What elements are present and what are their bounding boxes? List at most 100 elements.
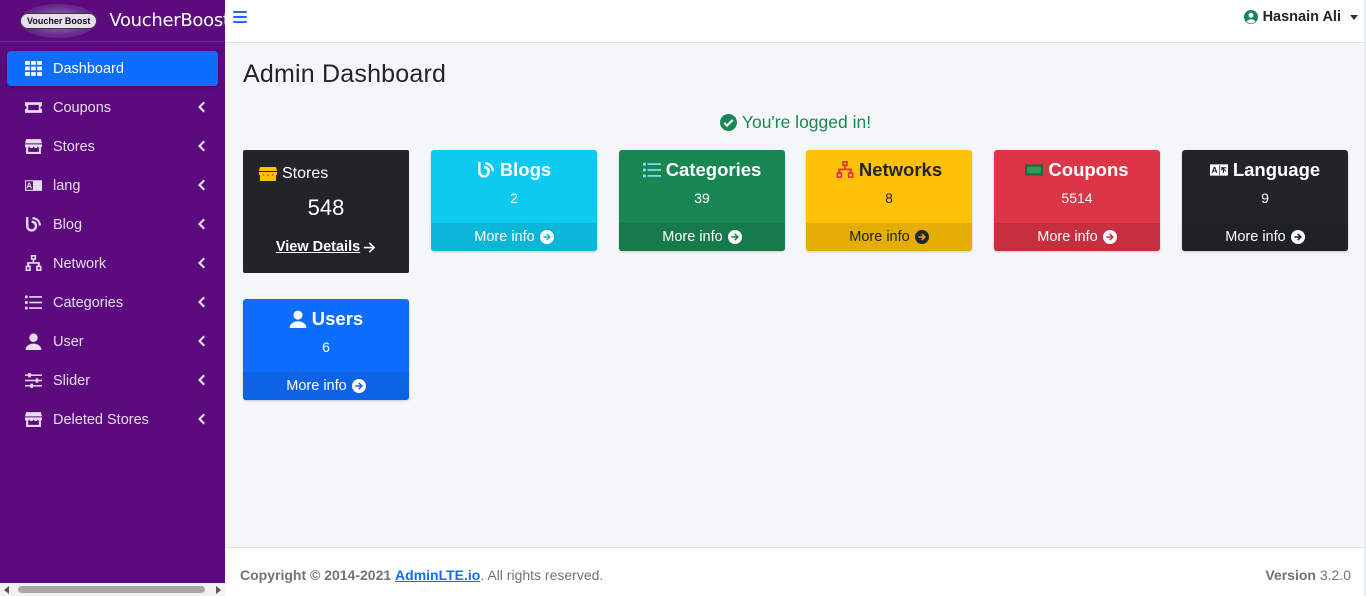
arrow-circle-right-icon xyxy=(1290,230,1305,244)
sidebar-item-dashboard[interactable]: Dashboard xyxy=(7,51,218,86)
sidebar-item-lang[interactable]: lang xyxy=(7,168,218,203)
sidebar-item-slider[interactable]: Slider xyxy=(7,363,218,398)
sidebar-item-coupons[interactable]: Coupons xyxy=(7,90,218,125)
brand-logo: Voucher Boost xyxy=(20,3,98,38)
ticket-icon xyxy=(23,99,43,117)
sidebar: Voucher Boost VoucherBoost Dashboard Cou… xyxy=(0,0,225,596)
users-card-count: 6 xyxy=(322,339,330,355)
more-info-label: More info xyxy=(1225,229,1286,245)
more-info-label: More info xyxy=(849,229,910,245)
card-title-text: Networks xyxy=(858,159,943,180)
scrollbar-thumb[interactable] xyxy=(18,586,205,593)
sidebar-item-label: Blog xyxy=(53,216,83,233)
sidebar-item-label: Dashboard xyxy=(53,60,124,77)
sidebar-item-network[interactable]: Network xyxy=(7,246,218,281)
footer: Copyright © 2014-2021 AdminLTE.io. All r… xyxy=(225,547,1366,596)
more-info-label: More info xyxy=(1037,229,1098,245)
blogs-card-title: Blogs xyxy=(431,150,597,181)
sidebar-item-label: User xyxy=(53,333,84,350)
language-icon xyxy=(1209,161,1228,179)
networks-card-count: 8 xyxy=(885,190,893,206)
stores-card: Stores 548 View Details xyxy=(243,150,409,273)
blogs-card: Blogs 2 More info xyxy=(431,150,597,251)
brand[interactable]: Voucher Boost VoucherBoost xyxy=(0,0,225,42)
coupons-card-count: 5514 xyxy=(1061,190,1093,206)
adminlte-link[interactable]: AdminLTE.io xyxy=(395,567,480,583)
network-icon xyxy=(836,161,854,179)
sidebar-item-stores[interactable]: Stores xyxy=(7,129,218,164)
sidebar-item-label: Categories xyxy=(53,294,124,311)
brand-name: VoucherBoost xyxy=(109,10,225,31)
user-icon xyxy=(23,333,43,351)
card-title-text: Users xyxy=(311,308,364,329)
stores-card-label: Stores xyxy=(282,165,329,182)
sidebar-item-blog[interactable]: Blog xyxy=(7,207,218,242)
card-title-text: Language xyxy=(1232,159,1321,180)
user-menu[interactable]: Hasnain Ali xyxy=(1243,9,1358,25)
language-card-title: Language xyxy=(1182,150,1348,181)
caret-down-icon xyxy=(1350,14,1358,20)
more-info-label: More info xyxy=(662,229,723,245)
sidebar-item-categories[interactable]: Categories xyxy=(7,285,218,320)
top-navbar: Hasnain Ali xyxy=(225,0,1366,43)
view-details-label: View Details xyxy=(275,239,361,255)
stores-count: 548 xyxy=(307,195,345,220)
chevron-left-icon xyxy=(197,257,205,269)
blog-icon xyxy=(23,216,43,234)
coupons-card-title: Coupons xyxy=(994,150,1160,181)
networks-more-info-link[interactable]: More info xyxy=(806,223,972,251)
more-info-label: More info xyxy=(474,229,535,245)
rights-text: . All rights reserved. xyxy=(480,567,604,583)
brand-logo-text: Voucher Boost xyxy=(20,12,98,29)
version-number: 3.2.0 xyxy=(1319,567,1351,583)
sidebar-item-label: Network xyxy=(53,255,107,272)
chevron-left-icon xyxy=(197,140,205,152)
logged-in-alert: You're logged in! xyxy=(225,112,1366,133)
chevron-left-icon xyxy=(197,101,205,113)
sidebar-item-deleted-stores[interactable]: Deleted Stores xyxy=(7,402,218,437)
networks-card: Networks 8 More info xyxy=(806,150,972,251)
blog-icon xyxy=(477,161,495,179)
users-card-title: Users xyxy=(243,299,409,330)
scroll-right-arrow-icon[interactable] xyxy=(216,586,221,594)
users-more-info-link[interactable]: More info xyxy=(243,372,409,400)
chevron-left-icon xyxy=(197,179,205,191)
page-title: Admin Dashboard xyxy=(243,60,447,88)
arrow-circle-right-icon xyxy=(914,230,929,244)
chevron-left-icon xyxy=(197,413,205,425)
store-icon xyxy=(23,138,43,156)
copyright-text: Copyright © 2014-2021 xyxy=(240,567,392,583)
sidebar-horizontal-scrollbar[interactable] xyxy=(0,583,225,596)
sidebar-item-label: Deleted Stores xyxy=(53,411,149,428)
chevron-left-icon xyxy=(197,218,205,230)
chevron-left-icon xyxy=(197,296,205,308)
coupons-more-info-link[interactable]: More info xyxy=(994,223,1160,251)
arrow-circle-right-icon xyxy=(539,230,554,244)
sidebar-item-label: Slider xyxy=(53,372,91,389)
blogs-more-info-link[interactable]: More info xyxy=(431,223,597,251)
menu-toggle-icon[interactable] xyxy=(233,11,247,23)
arrow-circle-right-icon xyxy=(351,379,366,393)
user-icon xyxy=(289,310,307,328)
main-content: Admin Dashboard You're logged in! Stores… xyxy=(225,43,1366,547)
scroll-left-arrow-icon[interactable] xyxy=(4,586,9,594)
sidebar-item-label: Coupons xyxy=(53,99,112,116)
categories-more-info-link[interactable]: More info xyxy=(619,223,785,251)
version-label: Version xyxy=(1265,567,1316,583)
store-icon xyxy=(23,411,43,429)
view-details-link[interactable]: View Details xyxy=(243,239,409,255)
categories-card-title: Categories xyxy=(619,150,785,181)
blogs-card-count: 2 xyxy=(510,190,518,206)
arrow-circle-right-icon xyxy=(1102,230,1117,244)
networks-card-title: Networks xyxy=(806,150,972,181)
store-icon xyxy=(259,166,277,182)
sidebar-item-user[interactable]: User xyxy=(7,324,218,359)
ticket-icon xyxy=(1025,161,1044,179)
logged-in-message: You're logged in! xyxy=(741,112,872,132)
categories-card: Categories 39 More info xyxy=(619,150,785,251)
chevron-left-icon xyxy=(197,374,205,386)
list-icon xyxy=(642,161,661,179)
language-more-info-link[interactable]: More info xyxy=(1182,223,1348,251)
sliders-icon xyxy=(23,372,43,390)
card-title-text: Categories xyxy=(665,159,762,180)
